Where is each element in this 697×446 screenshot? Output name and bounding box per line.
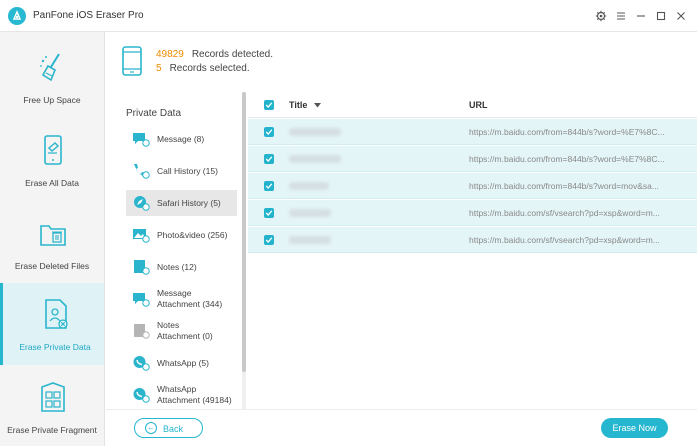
- notes-icon: [134, 260, 150, 275]
- back-button-label: Back: [163, 424, 184, 434]
- category-label: WhatsApp (5): [157, 358, 209, 368]
- category-scrollbar-thumb[interactable]: [242, 92, 246, 372]
- message-bubble-icon: [133, 133, 150, 147]
- app-logo-icon: [8, 7, 26, 25]
- category-photo-video[interactable]: Photo&video (256): [126, 222, 237, 248]
- sidebar-item-label: Erase Private Data: [19, 342, 91, 352]
- notes-attachment-icon: [134, 324, 150, 339]
- phone-erase-icon: [44, 135, 62, 165]
- category-label: Message (8): [157, 134, 205, 144]
- safari-compass-icon: [134, 196, 150, 211]
- category-label: Notes (12): [157, 262, 197, 272]
- menu-icon[interactable]: [614, 9, 628, 23]
- table-row[interactable]: https://m.baidu.com/from=844b/s?word=mov…: [248, 173, 697, 199]
- detected-count: 49829: [156, 49, 184, 60]
- selected-label: Records selected.: [169, 63, 250, 74]
- records-table: Title URL https://m.baidu.com/from=844b/…: [248, 92, 697, 409]
- category-whatsapp[interactable]: WhatsApp (5): [126, 350, 237, 376]
- blurred-title: [289, 128, 341, 136]
- sidebar-item-label: Erase Deleted Files: [14, 261, 90, 271]
- maximize-icon[interactable]: [654, 9, 668, 23]
- category-label: Call History (15): [157, 166, 218, 176]
- close-icon[interactable]: [674, 9, 688, 23]
- row-url: https://m.baidu.com/sf/vsearch?pd=xsp&wo…: [469, 208, 660, 218]
- sidebar-item-label: Erase Private Fragment: [7, 425, 97, 435]
- broom-icon: [40, 53, 60, 82]
- detected-summary: 49829 Records detected.: [156, 49, 273, 60]
- table-row[interactable]: https://m.baidu.com/sf/vsearch?pd=xsp&wo…: [248, 227, 697, 253]
- settings-gear-icon[interactable]: [594, 9, 608, 23]
- category-heading: Private Data: [126, 108, 182, 119]
- blurred-title: [289, 236, 331, 244]
- erase-now-button[interactable]: Erase Now: [601, 418, 668, 438]
- row-url: https://m.baidu.com/from=844b/s?word=%E7…: [469, 127, 665, 137]
- category-label: Photo&video (256): [157, 230, 228, 240]
- sidebar-item-label: Erase All Data: [25, 178, 79, 188]
- row-checkbox[interactable]: [264, 208, 274, 218]
- category-label-line2: Attachment (49184): [157, 395, 232, 405]
- sidebar-item-erase-deleted-files[interactable]: Erase Deleted Files: [0, 202, 104, 284]
- footer-bar: ← Back Erase Now: [106, 409, 697, 446]
- row-checkbox[interactable]: [264, 235, 274, 245]
- row-checkbox[interactable]: [264, 154, 274, 164]
- row-checkbox[interactable]: [264, 181, 274, 191]
- category-panel: Private Data Message (8) Call History (1…: [106, 92, 244, 409]
- sidebar-item-free-up-space[interactable]: Free Up Space: [0, 36, 104, 118]
- blurred-title: [289, 182, 329, 190]
- category-whatsapp-attachment[interactable]: WhatsApp Attachment (49184): [126, 382, 237, 408]
- category-message[interactable]: Message (8): [126, 126, 237, 152]
- category-label-line2: Attachment (0): [157, 331, 213, 341]
- phone-icon: [122, 46, 142, 76]
- row-url: https://m.baidu.com/sf/vsearch?pd=xsp&wo…: [469, 235, 660, 245]
- message-attachment-icon: [133, 293, 150, 307]
- phone-call-icon: [134, 164, 150, 179]
- summary-header: 49829 Records detected. 5 Records selected…: [106, 32, 697, 92]
- whatsapp-icon: [133, 356, 150, 371]
- whatsapp-attachment-icon: [133, 388, 150, 403]
- category-label: Notes: [157, 320, 180, 330]
- selected-count: 5: [156, 63, 162, 74]
- category-call-history[interactable]: Call History (15): [126, 158, 237, 184]
- category-message-attachment[interactable]: Message Attachment (344): [126, 286, 237, 312]
- category-safari-history[interactable]: Safari History (5): [126, 190, 237, 216]
- table-header: Title URL: [248, 92, 697, 118]
- title-bar: PanFone iOS Eraser Pro: [0, 0, 697, 32]
- sidebar-item-erase-private-data[interactable]: Erase Private Data: [0, 283, 104, 365]
- category-label: WhatsApp: [157, 384, 197, 394]
- sort-down-icon: [313, 103, 321, 108]
- selected-summary: 5 Records selected.: [156, 63, 250, 74]
- minimize-icon[interactable]: [634, 9, 648, 23]
- row-url: https://m.baidu.com/from=844b/s?word=%E7…: [469, 154, 665, 164]
- detected-label: Records detected.: [191, 49, 273, 60]
- title-column-header[interactable]: Title: [289, 100, 321, 110]
- row-checkbox[interactable]: [264, 127, 274, 137]
- blurred-title: [289, 209, 331, 217]
- table-row[interactable]: https://m.baidu.com/from=844b/s?word=%E7…: [248, 119, 697, 145]
- photo-icon: [133, 229, 150, 243]
- fragment-grid-icon: [41, 382, 65, 412]
- sidebar-item-erase-private-fragment[interactable]: Erase Private Fragment: [0, 366, 104, 446]
- category-label-line2: Attachment (344): [157, 299, 223, 309]
- table-row[interactable]: https://m.baidu.com/sf/vsearch?pd=xsp&wo…: [248, 200, 697, 226]
- category-notes-attachment[interactable]: Notes Attachment (0): [126, 318, 237, 344]
- app-title: PanFone iOS Eraser Pro: [33, 10, 144, 21]
- back-button[interactable]: ← Back: [134, 418, 203, 438]
- category-label: Safari History (5): [157, 198, 221, 208]
- sidebar-item-erase-all-data[interactable]: Erase All Data: [0, 119, 104, 201]
- back-arrow-icon: ←: [145, 422, 157, 434]
- row-url: https://m.baidu.com/from=844b/s?word=mov…: [469, 181, 659, 191]
- select-all-checkbox[interactable]: [264, 100, 274, 110]
- private-document-icon: [45, 299, 68, 329]
- url-column-header: URL: [469, 100, 488, 110]
- folder-trash-icon: [40, 225, 66, 246]
- table-row[interactable]: https://m.baidu.com/from=844b/s?word=%E7…: [248, 146, 697, 172]
- sidebar: Free Up Space Erase All Data Erase Delet…: [0, 32, 105, 446]
- category-label: Message: [157, 288, 192, 298]
- blurred-title: [289, 155, 341, 163]
- category-notes[interactable]: Notes (12): [126, 254, 237, 280]
- sidebar-item-label: Free Up Space: [23, 95, 81, 105]
